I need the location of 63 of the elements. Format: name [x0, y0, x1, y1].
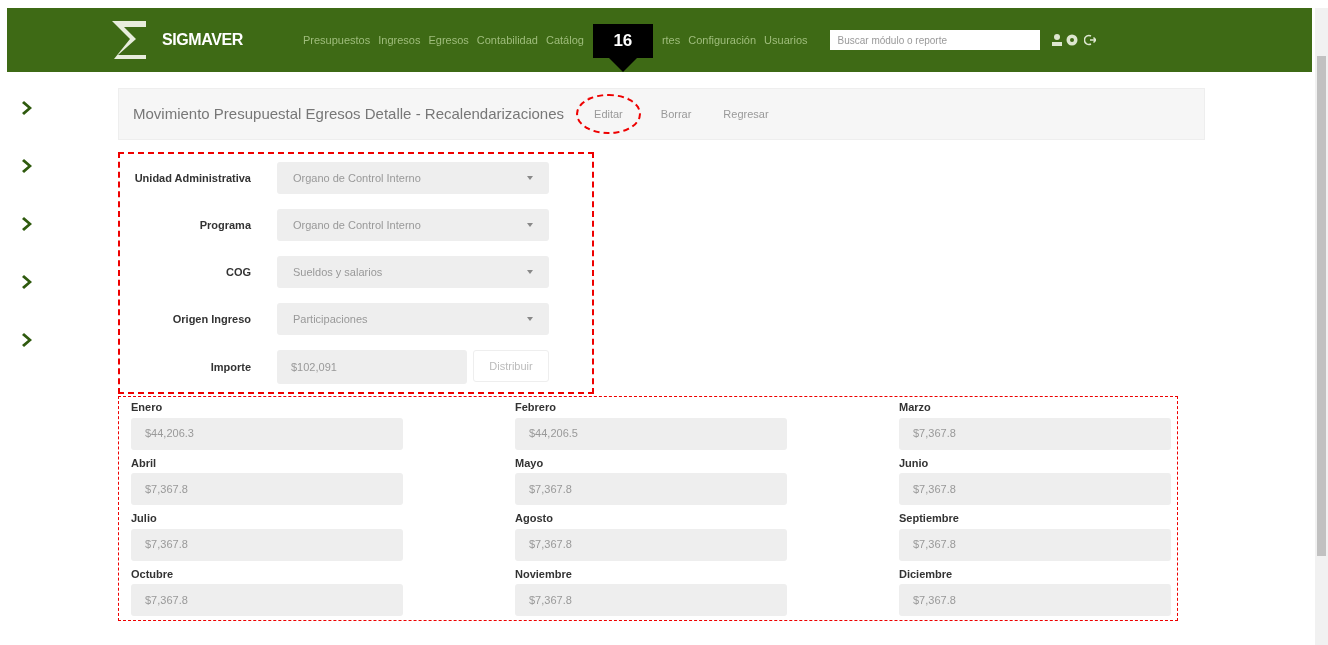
month-label: Enero [131, 400, 164, 415]
month-amount-field[interactable]: $44,206.5 [515, 417, 787, 450]
month-label: Diciembre [899, 566, 954, 582]
field-label: Programa [198, 217, 253, 233]
nav-link[interactable]: Egresos [428, 31, 469, 49]
nav-link[interactable]: Catálog [545, 31, 584, 49]
nav-link[interactable]: Contabilidad [476, 31, 538, 49]
month-label: Septiembre [899, 511, 960, 526]
month-label: Marzo [899, 400, 932, 415]
month-label: Octubre [131, 566, 175, 582]
field-label: Origen Ingreso [171, 311, 252, 327]
nav-link[interactable]: rtes [661, 31, 681, 49]
chevron-icon[interactable] [22, 100, 34, 116]
nav-link[interactable]: Ingresos [378, 31, 421, 49]
caret-icon [527, 175, 533, 181]
chevron-icon[interactable] [22, 158, 34, 174]
caret-icon [527, 316, 533, 322]
month-amount-field[interactable]: $7,367.8 [899, 417, 1171, 450]
month-amount-field[interactable]: $7,367.8 [515, 473, 787, 505]
action-link[interactable]: Editar [576, 93, 641, 135]
month-label: Abril [131, 455, 158, 471]
field-label: Importe [209, 359, 252, 375]
callout-pointer-icon [608, 58, 637, 72]
dropdown[interactable]: Organo de Control Interno [277, 162, 549, 194]
month-amount-field[interactable]: $44,206.3 [131, 417, 403, 450]
month-label: Mayo [515, 455, 545, 471]
dropdown[interactable]: Organo de Control Interno [277, 209, 549, 241]
nav-link[interactable]: Presupuestos [302, 31, 371, 49]
scrollbar-thumb[interactable] [1317, 56, 1326, 556]
amount-field[interactable]: $102,091 [277, 350, 467, 384]
dropdown[interactable]: Participaciones [277, 303, 549, 335]
nav-link[interactable]: Configuración [688, 31, 757, 49]
month-amount-field[interactable]: $7,367.8 [899, 528, 1171, 561]
distribute-button[interactable]: Distribuir [473, 350, 549, 382]
month-amount-field[interactable]: $7,367.8 [515, 584, 787, 616]
chevron-icon[interactable] [22, 216, 34, 232]
month-amount-field[interactable]: $7,367.8 [131, 528, 403, 561]
chevron-icon[interactable] [22, 274, 34, 290]
month-amount-field[interactable]: $7,367.8 [131, 473, 403, 505]
field-label: Unidad Administrativa [133, 170, 252, 186]
settings-icon[interactable] [1065, 34, 1078, 46]
action-link[interactable]: Regresar [711, 105, 781, 123]
caret-icon [527, 222, 533, 228]
search-field[interactable]: Buscar módulo o reporte [829, 30, 1040, 50]
dropdown[interactable]: Sueldos y salarios [277, 256, 549, 288]
chevron-icon[interactable] [22, 332, 34, 348]
page-title: Movimiento Presupuestal Egresos Detalle - Recalendarizaciones [133, 103, 565, 124]
month-amount-field[interactable]: $7,367.8 [131, 584, 403, 616]
user-icon[interactable] [1051, 34, 1062, 46]
month-label: Noviembre [515, 566, 573, 582]
month-amount-field[interactable]: $7,367.8 [515, 528, 787, 561]
month-label: Febrero [515, 400, 557, 415]
month-label: Julio [131, 511, 158, 526]
nav-link[interactable]: Usuarios [764, 31, 808, 49]
caret-icon [527, 269, 533, 275]
month-amount-field[interactable]: $7,367.8 [899, 584, 1171, 616]
brand-name: SIGMAVER [162, 30, 243, 50]
action-link[interactable]: Borrar [648, 105, 704, 123]
month-label: Junio [899, 455, 930, 471]
month-amount-field[interactable]: $7,367.8 [899, 473, 1171, 505]
month-label: Agosto [515, 511, 554, 526]
field-label: COG [224, 264, 252, 280]
logout-icon[interactable] [1083, 34, 1096, 46]
